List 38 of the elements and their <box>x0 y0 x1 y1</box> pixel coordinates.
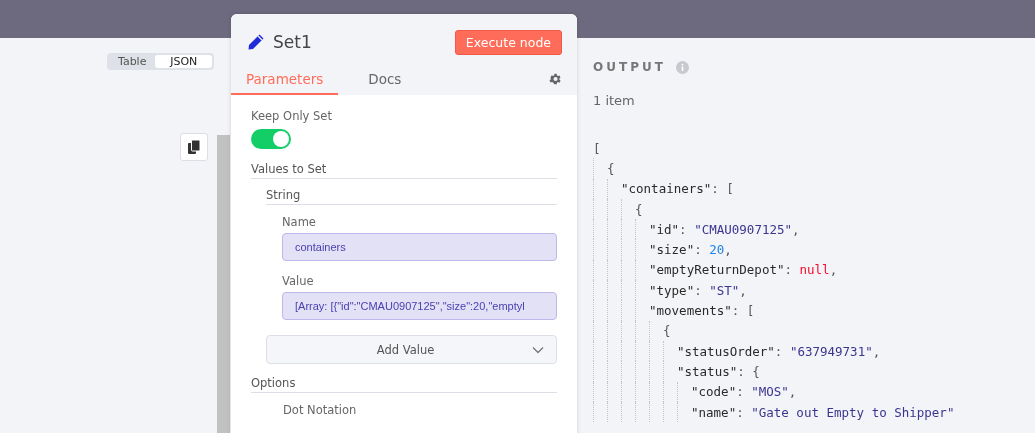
copy-button[interactable] <box>180 133 208 161</box>
toggle-switch[interactable] <box>251 129 291 149</box>
code-line: { <box>607 160 615 176</box>
section-heading: Values to Set <box>251 149 557 179</box>
add-value-dropdown[interactable]: Add Value <box>266 335 557 364</box>
field-label: Keep Only Set <box>251 109 333 123</box>
settings-icon[interactable] <box>548 72 562 86</box>
field-label: Dot Notation <box>283 403 358 417</box>
code-line: "name": "Gate out Empty to Shipper" <box>691 404 955 420</box>
view-tab[interactable]: JSON <box>155 55 212 68</box>
pencil-icon <box>246 32 266 52</box>
section-heading: String <box>266 179 557 205</box>
field-label: Name <box>282 215 317 229</box>
view-tab[interactable]: Table <box>109 55 156 68</box>
panel-tab[interactable]: Docs <box>368 71 402 95</box>
code-line: { <box>635 201 643 217</box>
text-field[interactable]: containers <box>282 233 557 261</box>
code-line: "size": 20, <box>649 242 732 258</box>
code-line: "id": "CMAU0907125", <box>649 221 800 237</box>
node-title: Set1 <box>273 32 313 52</box>
code-line: [ <box>593 140 601 156</box>
chevron-down-icon <box>532 345 544 354</box>
item-count: 1 item <box>593 93 636 108</box>
code-line: "status": { <box>677 363 760 379</box>
code-line: "code": "MOS", <box>691 384 797 400</box>
code-line: "emptyReturnDepot": null, <box>649 262 838 278</box>
output-title: OUTPUT <box>593 60 666 74</box>
code-line: "statusOrder": "637949731", <box>677 343 881 359</box>
scrollbar[interactable] <box>217 135 230 433</box>
section-heading: Options <box>251 364 557 393</box>
info-icon[interactable] <box>675 60 689 74</box>
code-line: "movements": [ <box>649 303 755 318</box>
copy-icon <box>188 140 200 154</box>
code-line: { <box>663 323 671 339</box>
text-field[interactable]: [Array: [{"id":"CMAU0907125","size":20,"emptyl <box>282 292 557 320</box>
field-label: Value <box>282 274 315 288</box>
code-line: "type": "ST", <box>649 282 747 298</box>
code-line: "containers": [ <box>621 181 734 197</box>
